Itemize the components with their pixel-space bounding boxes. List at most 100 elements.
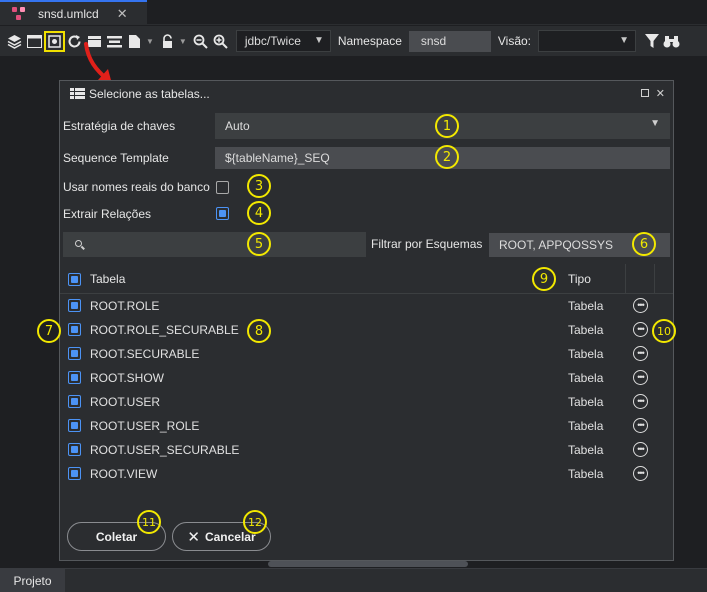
more-options-icon[interactable]: •••: [633, 370, 648, 385]
callout-11: 11: [137, 510, 161, 534]
chevron-down-icon[interactable]: ▼: [146, 37, 154, 46]
more-options-icon[interactable]: •••: [633, 346, 648, 361]
lock-icon[interactable]: [158, 32, 177, 51]
table-header: Tabela Tipo: [60, 264, 673, 294]
tab-projeto[interactable]: Projeto: [0, 569, 65, 592]
callout-8: 8: [247, 319, 271, 343]
bottom-tool-bar: Projeto: [0, 568, 707, 592]
table-type-cell: Tabela: [568, 371, 604, 385]
coletar-label: Coletar: [95, 529, 138, 544]
table-type-cell: Tabela: [568, 395, 604, 409]
callout-12: 12: [243, 510, 267, 534]
zoom-out-icon[interactable]: [191, 32, 210, 51]
extrair-checkbox[interactable]: [216, 207, 229, 220]
table-type-cell: Tabela: [568, 299, 604, 313]
callout-10: 10: [652, 319, 676, 343]
close-icon[interactable]: ✕: [656, 87, 665, 100]
row-checkbox[interactable]: [68, 419, 81, 432]
close-icon: ✕: [187, 528, 200, 546]
row-checkbox[interactable]: [68, 395, 81, 408]
chevron-down-icon: ▼: [313, 35, 324, 46]
estrategia-label: Estratégia de chaves: [63, 119, 176, 133]
more-options-icon[interactable]: •••: [633, 298, 648, 313]
namespace-input[interactable]: snsd: [408, 30, 491, 52]
table-grid-icon: [70, 88, 85, 100]
row-checkbox[interactable]: [68, 467, 81, 480]
more-options-icon[interactable]: •••: [633, 466, 648, 481]
row-checkbox[interactable]: [68, 443, 81, 456]
table-row[interactable]: ROOT.SHOW Tabela •••: [60, 366, 673, 390]
import-tables-icon[interactable]: [44, 30, 65, 52]
row-checkbox[interactable]: [68, 371, 81, 384]
table-name-cell: ROOT.ROLE_SECURABLE: [90, 323, 239, 337]
table-row[interactable]: ROOT.SECURABLE Tabela •••: [60, 342, 673, 366]
maximize-icon[interactable]: [640, 89, 649, 97]
sequence-label: Sequence Template: [63, 151, 169, 165]
more-options-icon[interactable]: •••: [633, 418, 648, 433]
chevron-down-icon: ▼: [619, 35, 630, 46]
namespace-label: Namespace: [337, 34, 402, 48]
table-type-cell: Tabela: [568, 467, 604, 481]
visao-select[interactable]: ▼: [538, 30, 637, 52]
diagram-file-icon: [12, 6, 28, 21]
binoculars-icon[interactable]: [662, 32, 681, 51]
column-divider: [654, 264, 655, 294]
chevron-down-icon[interactable]: ▼: [179, 37, 187, 46]
table-type-cell: Tabela: [568, 347, 604, 361]
table-name-cell: ROOT.USER: [90, 395, 161, 409]
callout-7: 7: [37, 319, 61, 343]
dialog-title: Selecione as tabelas...: [89, 87, 210, 101]
more-options-icon[interactable]: •••: [633, 322, 648, 337]
horizontal-scrollbar[interactable]: [268, 561, 468, 567]
callout-6: 6: [632, 232, 656, 256]
dialog-titlebar: Selecione as tabelas... ✕: [60, 81, 673, 107]
callout-9: 9: [532, 267, 556, 291]
callout-4: 4: [247, 201, 271, 225]
select-all-checkbox[interactable]: [68, 273, 81, 286]
window-icon[interactable]: [25, 32, 44, 51]
select-tables-dialog: Selecione as tabelas... ✕ Estratégia de …: [59, 80, 674, 561]
table-type-cell: Tabela: [568, 323, 604, 337]
chevron-down-icon: ▼: [650, 118, 660, 129]
estrategia-value: Auto: [225, 119, 250, 133]
search-input[interactable]: [63, 232, 366, 257]
zoom-in-icon[interactable]: [211, 32, 230, 51]
column-divider: [625, 264, 626, 294]
header-tipo[interactable]: Tipo: [568, 272, 591, 286]
filtro-label: Filtrar por Esquemas: [371, 237, 483, 251]
tables-table: Tabela Tipo ROOT.ROLE Tabela ••• ROOT.ROLE_…: [60, 264, 673, 486]
connection-select[interactable]: jdbc/Twice ▼: [235, 30, 331, 52]
table-row[interactable]: ROOT.VIEW Tabela •••: [60, 462, 673, 486]
filter-icon[interactable]: [642, 32, 661, 51]
callout-3: 3: [247, 174, 271, 198]
document-icon[interactable]: [125, 32, 144, 51]
header-tabela[interactable]: Tabela: [90, 272, 125, 286]
row-checkbox[interactable]: [68, 323, 81, 336]
more-options-icon[interactable]: •••: [633, 394, 648, 409]
more-options-icon[interactable]: •••: [633, 442, 648, 457]
table-row[interactable]: ROOT.USER_SECURABLE Tabela •••: [60, 438, 673, 462]
table-name-cell: ROOT.SECURABLE: [90, 347, 200, 361]
table-name-cell: ROOT.USER_ROLE: [90, 419, 200, 433]
table-type-cell: Tabela: [568, 419, 604, 433]
layers-icon[interactable]: [5, 32, 24, 51]
table-row[interactable]: ROOT.USER_ROLE Tabela •••: [60, 414, 673, 438]
table-name-cell: ROOT.USER_SECURABLE: [90, 443, 240, 457]
table-row[interactable]: ROOT.ROLE_SECURABLE Tabela •••: [60, 318, 673, 342]
close-icon[interactable]: ✕: [117, 6, 128, 22]
callout-5: 5: [247, 232, 271, 256]
row-checkbox[interactable]: [68, 347, 81, 360]
row-checkbox[interactable]: [68, 299, 81, 312]
search-icon: [75, 240, 82, 247]
table-row[interactable]: ROOT.USER Tabela •••: [60, 390, 673, 414]
sequence-value: ${tableName}_SEQ: [225, 151, 330, 165]
extrair-label: Extrair Relações: [63, 207, 152, 221]
table-row[interactable]: ROOT.ROLE Tabela •••: [60, 294, 673, 318]
callout-1: 1: [435, 114, 459, 138]
editor-tab-bar: snsd.umlcd ✕: [0, 0, 707, 25]
filtro-value: ROOT, APPQOSSYS: [499, 238, 614, 252]
usar-nomes-checkbox[interactable]: [216, 181, 229, 194]
table-name-cell: ROOT.ROLE: [90, 299, 160, 313]
table-name-cell: ROOT.VIEW: [90, 467, 158, 481]
tab-snsd-umlcd[interactable]: snsd.umlcd ✕: [0, 0, 147, 25]
